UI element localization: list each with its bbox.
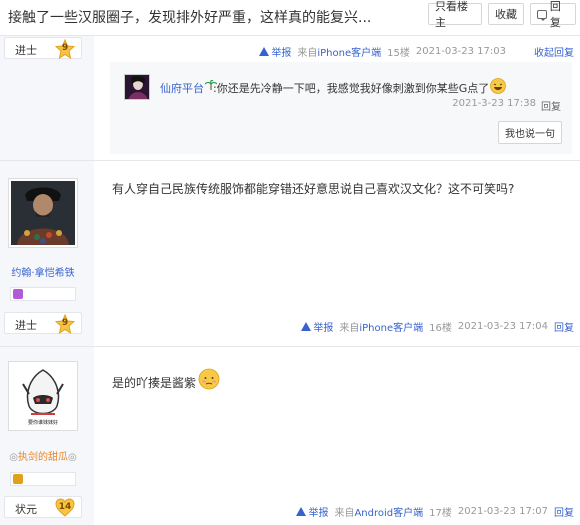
- level-number: 9: [61, 43, 69, 53]
- report-label: 举报: [271, 47, 292, 59]
- warning-icon: [301, 321, 312, 331]
- post-meta: 举报 来自Android客户端 17楼 2021-03-23 17:07 回复: [296, 503, 574, 519]
- member-badge: [10, 472, 76, 486]
- reply-link[interactable]: 回复: [554, 319, 574, 334]
- reply-button-label: 回复: [549, 0, 561, 29]
- comment-icon: [537, 9, 547, 21]
- report-link[interactable]: 举报: [296, 504, 328, 519]
- level-number: 9: [61, 318, 69, 328]
- user-avatar[interactable]: 要你谁妹妹好: [8, 361, 78, 431]
- post-date: 2021-03-23 17:04: [457, 320, 548, 332]
- sub-reply-reply-link[interactable]: 回复: [541, 98, 561, 113]
- thread-title: 接触了一些汉服圈子，发现排外好严重，这样真的能复兴...: [8, 10, 372, 26]
- sub-reply-date: 2021-3-23 17:38: [452, 98, 536, 109]
- only-op-button[interactable]: 只看楼主: [428, 0, 482, 29]
- post-content-text: 是的吖揍是酱紫: [112, 376, 197, 390]
- reply-button[interactable]: 回复: [530, 0, 576, 29]
- post-date: 2021-03-23 17:07: [457, 505, 548, 517]
- post-source: 来自Android客户端: [334, 504, 423, 519]
- level-badge: 14: [55, 498, 75, 518]
- sub-reply-avatar[interactable]: [124, 74, 150, 100]
- username-link[interactable]: ◎执剑的甜瓜◎: [0, 448, 86, 463]
- shy-emoji-icon: [198, 368, 220, 389]
- level-number: 14: [58, 502, 72, 512]
- sub-reply-username[interactable]: 仙府平台: [160, 79, 218, 96]
- avatar-image: 要你谁妹妹好: [11, 364, 75, 428]
- username-decor-left-icon: ◎: [9, 452, 18, 463]
- source-link[interactable]: iPhone客户端: [317, 48, 381, 59]
- say-something-button[interactable]: 我也说一句: [498, 121, 562, 144]
- source-prefix: 来自: [297, 47, 318, 59]
- rank-label: 进士: [15, 319, 37, 332]
- warning-icon: [296, 506, 307, 516]
- rank-label: 进士: [15, 44, 37, 57]
- warning-icon: [259, 46, 270, 56]
- sub-reply-text-body: :你还是先冷静一下吧，我感觉我好像刺激到你某些G点了: [213, 82, 490, 95]
- post-content: 有人穿自己民族传统服饰都能穿错还好意思说自己喜欢汉文化？这不可笑吗?: [112, 182, 515, 196]
- laughing-emoji-icon: [490, 78, 507, 94]
- post-divider: [0, 346, 580, 347]
- collapse-replies-link[interactable]: 收起回复: [512, 44, 574, 59]
- sub-reply-username-text: 仙府平台: [160, 82, 204, 95]
- user-rank: 进士 9: [4, 37, 82, 59]
- badge-icon: [13, 474, 23, 484]
- avatar-caption: 要你谁妹妹好: [28, 419, 58, 426]
- report-link[interactable]: 举报: [259, 44, 291, 59]
- post-meta: 举报 来自iPhone客户端 15楼 2021-03-23 17:03 收起回复: [259, 43, 574, 59]
- floor-number: 16楼: [429, 322, 452, 334]
- user-avatar[interactable]: [8, 178, 78, 248]
- username-text: 执剑的甜瓜: [18, 452, 68, 463]
- post-meta: 举报 来自iPhone客户端 16楼 2021-03-23 17:04 回复: [301, 318, 574, 334]
- post-source: 来自iPhone客户端: [339, 319, 423, 334]
- source-link[interactable]: iPhone客户端: [359, 323, 423, 334]
- report-link[interactable]: 举报: [301, 319, 333, 334]
- source-prefix: 来自: [334, 507, 355, 519]
- post-date: 2021-03-23 17:03: [415, 45, 506, 57]
- floor-number: 17楼: [429, 507, 452, 519]
- level-badge: 9: [55, 314, 75, 334]
- post-source: 来自iPhone客户端: [297, 44, 381, 59]
- level-badge: 9: [55, 39, 75, 59]
- favorite-button[interactable]: 收藏: [488, 3, 524, 25]
- badge-icon: [13, 289, 23, 299]
- source-link[interactable]: Android客户端: [354, 508, 423, 519]
- floor-number: 15楼: [387, 47, 410, 59]
- user-rank: 进士 9: [4, 312, 82, 334]
- sub-reply-text: :你还是先冷静一下吧，我感觉我好像刺激到你某些G点了: [213, 78, 507, 96]
- rank-label: 状元: [15, 503, 37, 516]
- post-content: 是的吖揍是酱紫: [112, 368, 220, 391]
- user-rank: 状元 14: [4, 496, 82, 518]
- source-prefix: 来自: [339, 322, 360, 334]
- username-link[interactable]: 约翰·拿恺希铁: [0, 264, 86, 279]
- member-badge: [10, 287, 76, 301]
- reply-link[interactable]: 回复: [554, 504, 574, 519]
- thread-header: 接触了一些汉服圈子，发现排外好严重，这样真的能复兴... 只看楼主 收藏 回复: [0, 0, 580, 36]
- username-decor-right-icon: ◎: [68, 452, 77, 463]
- report-label: 举报: [313, 322, 334, 334]
- post-divider: [0, 160, 580, 161]
- avatar-image: [125, 75, 149, 99]
- report-label: 举报: [308, 507, 329, 519]
- sub-reply-box: 仙府平台 :你还是先冷静一下吧，我感觉我好像刺激到你某些G点了 2021-3-2…: [110, 62, 572, 154]
- avatar-image: [11, 181, 75, 245]
